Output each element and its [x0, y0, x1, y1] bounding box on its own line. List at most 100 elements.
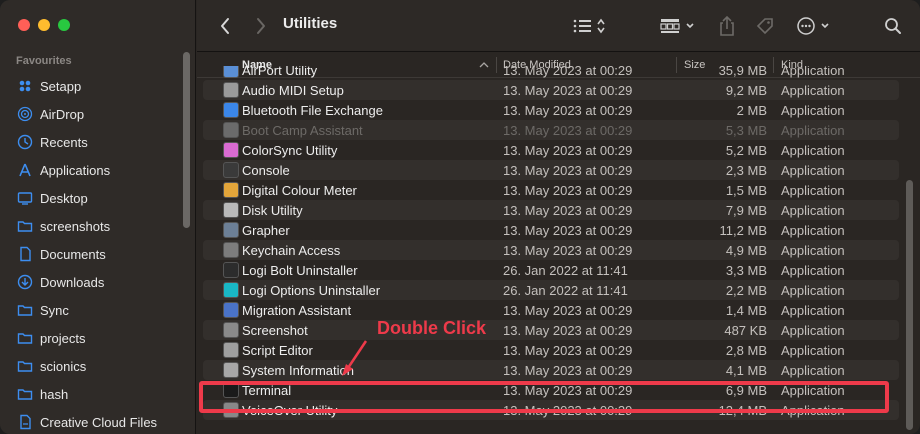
sidebar-item-creative-cloud-files[interactable]: Creative Cloud Files — [0, 408, 180, 434]
sidebar-item-label: Recents — [40, 134, 88, 150]
sidebar-item-recents[interactable]: Recents — [0, 128, 180, 156]
sidebar-item-sync[interactable]: Sync — [0, 296, 180, 324]
sidebar-item-documents[interactable]: Documents — [0, 240, 180, 268]
table-row[interactable]: Logi Bolt Uninstaller 26. Jan 2022 at 11:… — [203, 260, 899, 280]
table-row[interactable]: Disk Utility 13. May 2023 at 00:29 7,9 MB A… — [203, 200, 899, 220]
sidebar-item-hash[interactable]: hash — [0, 380, 180, 408]
sidebar-item-scionics[interactable]: scionics — [0, 352, 180, 380]
group-view-button[interactable] — [659, 0, 701, 52]
annotation-highlight-box — [199, 381, 889, 413]
table-row[interactable]: AirPort Utility 13. May 2023 at 00:29 35,9… — [203, 66, 899, 80]
close-window-button[interactable] — [18, 19, 30, 31]
app-icon — [223, 66, 239, 78]
row-kind: Application — [781, 262, 845, 278]
table-row[interactable]: System Information 13. May 2023 at 00:29 4… — [203, 360, 899, 380]
table-row[interactable]: Boot Camp Assistant 13. May 2023 at 00:29… — [203, 120, 899, 140]
sidebar-item-label: scionics — [40, 358, 87, 374]
share-button[interactable] — [715, 0, 739, 52]
sidebar-item-desktop[interactable]: Desktop — [0, 184, 180, 212]
app-icon — [223, 162, 239, 178]
search-button[interactable] — [881, 0, 905, 52]
table-row[interactable]: Logi Options Uninstaller 26. Jan 2022 at … — [203, 280, 899, 300]
table-row[interactable]: Script Editor 13. May 2023 at 00:29 2,8 MB… — [203, 340, 899, 360]
sidebar-item-label: Applications — [40, 162, 111, 178]
tags-button[interactable] — [753, 0, 777, 52]
row-size: 487 KB — [724, 322, 767, 338]
table-row[interactable]: Bluetooth File Exchange 13. May 2023 at 0… — [203, 100, 899, 120]
sidebar-item-screenshots[interactable]: screenshots — [0, 212, 180, 240]
row-date: 13. May 2023 at 00:29 — [503, 162, 633, 178]
sidebar-item-label: Downloads — [40, 274, 105, 290]
row-date: 13. May 2023 at 00:29 — [503, 66, 633, 78]
clock-icon — [16, 133, 34, 151]
ellipsis-circle-icon — [797, 17, 829, 35]
row-kind: Application — [781, 102, 845, 118]
table-row[interactable]: Digital Colour Meter 13. May 2023 at 00:2… — [203, 180, 899, 200]
sidebar-item-label: Setapp — [40, 78, 82, 94]
sidebar-item-setapp[interactable]: Setapp — [0, 72, 180, 100]
more-actions-button[interactable] — [795, 0, 839, 52]
window-controls — [18, 19, 70, 31]
row-size: 2,8 MB — [725, 342, 767, 358]
folder-icon — [16, 329, 34, 347]
sidebar-item-downloads[interactable]: Downloads — [0, 268, 180, 296]
sort-view-button[interactable] — [571, 0, 611, 52]
row-date: 13. May 2023 at 00:29 — [503, 202, 633, 218]
minimize-window-button[interactable] — [38, 19, 50, 31]
table-row[interactable]: Audio MIDI Setup 13. May 2023 at 00:29 9,2… — [203, 80, 899, 100]
row-size: 5,2 MB — [725, 142, 767, 158]
row-name: Logi Bolt Uninstaller — [242, 262, 358, 278]
row-size: 4,1 MB — [725, 362, 767, 378]
row-size: 3,3 MB — [725, 262, 767, 278]
row-name: AirPort Utility — [242, 66, 318, 78]
file-list-scrollbar[interactable] — [906, 180, 913, 430]
row-kind: Application — [781, 142, 845, 158]
row-name: Bluetooth File Exchange — [242, 102, 383, 118]
row-kind: Application — [781, 82, 845, 98]
setapp-icon — [16, 77, 34, 95]
sidebar-scrollbar[interactable] — [183, 52, 190, 228]
forward-button[interactable] — [249, 0, 273, 52]
row-name: Keychain Access — [242, 242, 341, 258]
row-kind: Application — [781, 122, 845, 138]
app-icon — [223, 82, 239, 98]
sidebar-item-applications[interactable]: Applications — [0, 156, 180, 184]
row-name: Logi Options Uninstaller — [242, 282, 381, 298]
row-kind: Application — [781, 66, 845, 78]
row-size: 2,3 MB — [725, 162, 767, 178]
table-row[interactable]: ColorSync Utility 13. May 2023 at 00:29 5,… — [203, 140, 899, 160]
applications-icon — [16, 161, 34, 179]
search-icon — [885, 18, 901, 34]
toolbar: Utilities — [197, 0, 920, 52]
table-row[interactable]: Migration Assistant 13. May 2023 at 00:29… — [203, 300, 899, 320]
sidebar-item-airdrop[interactable]: AirDrop — [0, 100, 180, 128]
share-icon — [720, 15, 734, 36]
grid-group-icon — [660, 19, 694, 33]
chevron-left-icon — [221, 18, 229, 34]
table-row[interactable]: Keychain Access 13. May 2023 at 00:29 4,9 … — [203, 240, 899, 260]
folder-icon — [16, 357, 34, 375]
table-row[interactable]: Grapher 13. May 2023 at 00:29 11,2 MB Appli… — [203, 220, 899, 240]
app-icon — [223, 122, 239, 138]
table-row[interactable]: Console 13. May 2023 at 00:29 2,3 MB Applic… — [203, 160, 899, 180]
row-date: 26. Jan 2022 at 11:41 — [503, 262, 628, 278]
row-name: Boot Camp Assistant — [242, 122, 363, 138]
window-title: Utilities — [283, 15, 338, 32]
download-icon — [16, 273, 34, 291]
back-button[interactable] — [213, 0, 237, 52]
row-name: Disk Utility — [242, 202, 303, 218]
row-date: 13. May 2023 at 00:29 — [503, 322, 633, 338]
row-size: 2 MB — [736, 102, 767, 118]
zoom-window-button[interactable] — [58, 19, 70, 31]
app-icon — [223, 182, 239, 198]
cloud-file-icon — [16, 413, 34, 431]
sidebar-item-projects[interactable]: projects — [0, 324, 180, 352]
row-date: 13. May 2023 at 00:29 — [503, 342, 633, 358]
sidebar-item-label: Desktop — [40, 190, 88, 206]
row-date: 13. May 2023 at 00:29 — [503, 222, 633, 238]
table-row[interactable]: Screenshot 13. May 2023 at 00:29 487 KB App… — [203, 320, 899, 340]
row-size: 4,9 MB — [725, 242, 767, 258]
sidebar-item-label: hash — [40, 386, 69, 402]
sidebar-item-label: Sync — [40, 302, 69, 318]
row-date: 13. May 2023 at 00:29 — [503, 302, 633, 318]
